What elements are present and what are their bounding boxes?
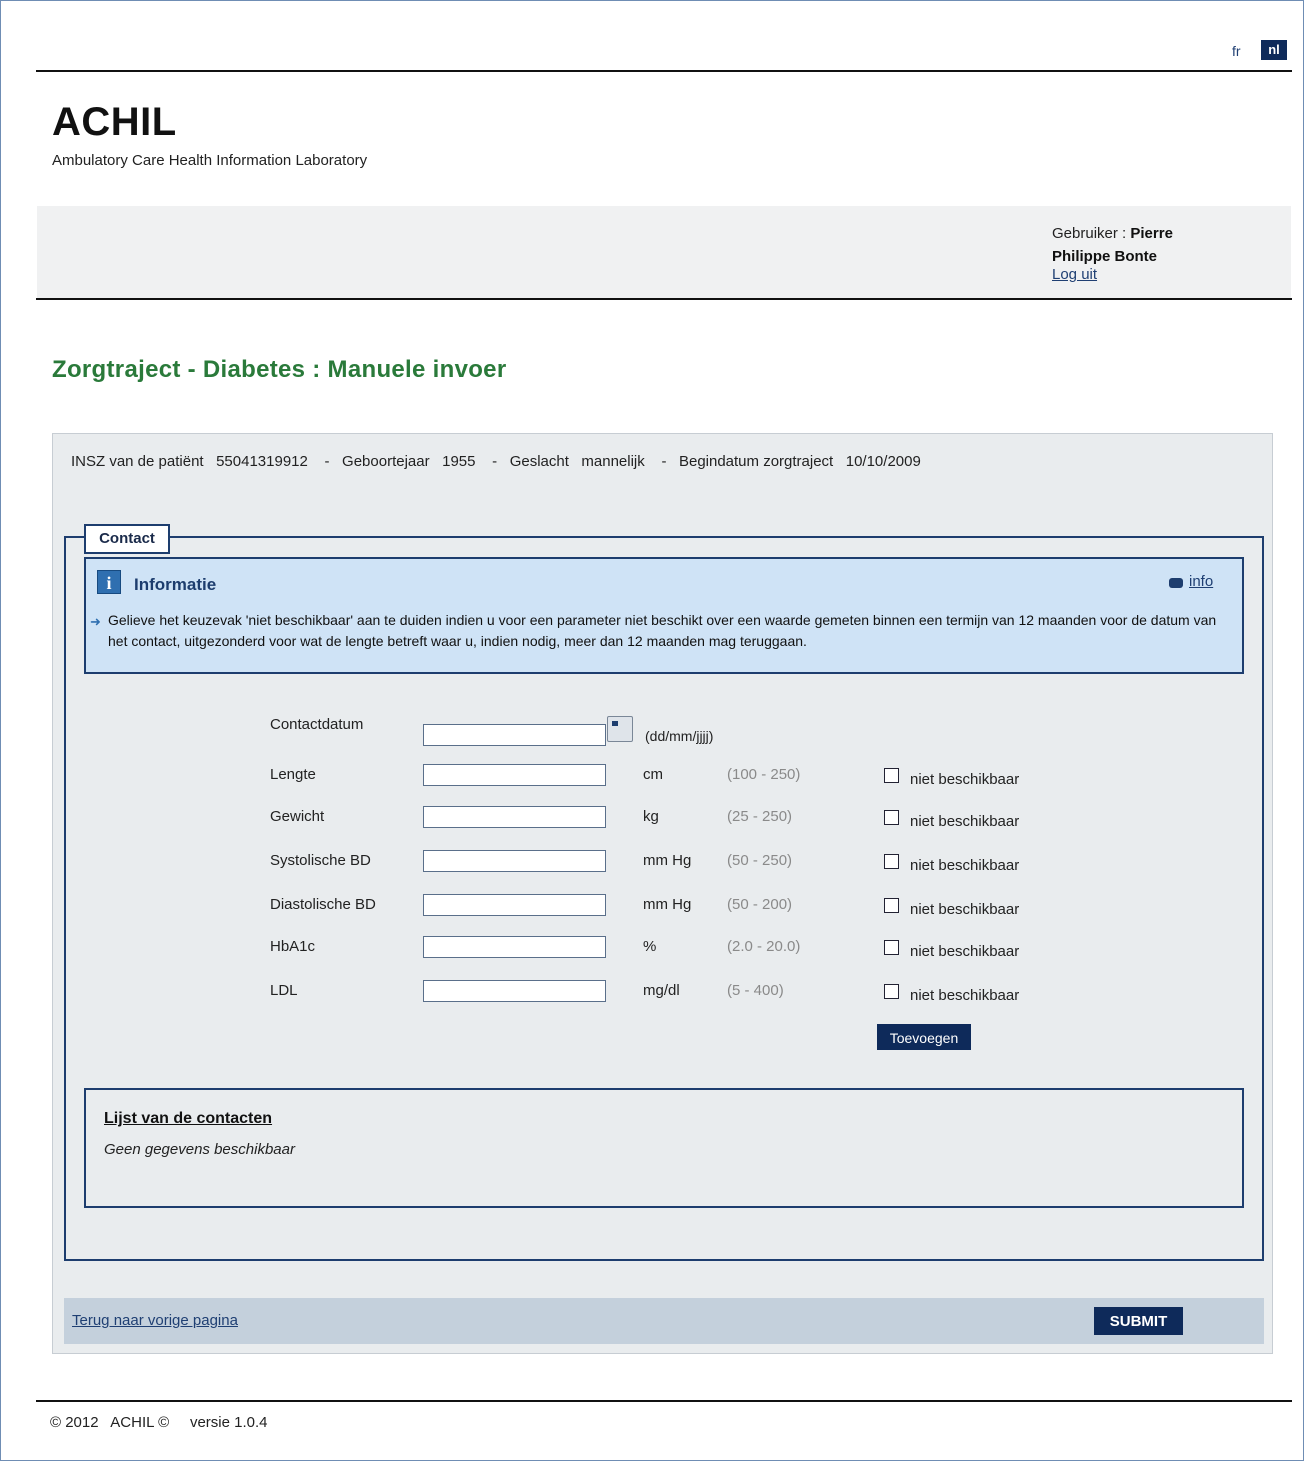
- field-unit: mm Hg: [643, 852, 692, 869]
- separator: -: [492, 453, 498, 470]
- action-bar: [64, 1298, 1264, 1344]
- arrow-right-icon: ➜: [90, 614, 101, 629]
- calendar-icon[interactable]: [607, 716, 633, 742]
- date-format-hint: (dd/mm/jjjj): [645, 728, 714, 744]
- footer-copyright: © 2012: [50, 1414, 99, 1431]
- contact-legend: Contact: [84, 524, 170, 554]
- page-title: Zorgtraject - Diabetes : Manuele invoer: [52, 356, 507, 383]
- field-unit: cm: [643, 766, 663, 783]
- contactdatum-label: Contactdatum: [270, 716, 364, 733]
- info-toggle-link[interactable]: info: [1189, 573, 1213, 590]
- field-range: (100 - 250): [727, 766, 801, 783]
- logout-link[interactable]: Log uit: [1052, 266, 1097, 283]
- field-range: (2.0 - 20.0): [727, 938, 801, 955]
- not-available-checkbox[interactable]: [884, 810, 899, 825]
- field-label: LDL: [270, 982, 298, 999]
- separator: -: [324, 453, 330, 470]
- not-available-label: niet beschikbaar: [910, 857, 1020, 874]
- sex-label: Geslacht: [509, 453, 569, 470]
- user-first-name: Pierre: [1130, 225, 1173, 242]
- start-value: 10/10/2009: [845, 453, 921, 470]
- not-available-label: niet beschikbaar: [910, 943, 1020, 960]
- field-range: (25 - 250): [727, 808, 793, 825]
- birth-label: Geboortejaar: [342, 453, 430, 470]
- info-icon: i: [97, 570, 121, 594]
- not-available-label: niet beschikbaar: [910, 987, 1020, 1004]
- lang-nl-active[interactable]: nl: [1261, 40, 1287, 60]
- field-label: Gewicht: [270, 808, 325, 825]
- field-unit: %: [643, 938, 657, 955]
- field-input[interactable]: [423, 764, 606, 786]
- insz-label: INSZ van de patiënt: [71, 453, 204, 470]
- start-label: Begindatum zorgtraject: [678, 453, 834, 470]
- not-available-label: niet beschikbaar: [910, 771, 1020, 788]
- back-link[interactable]: Terug naar vorige pagina: [72, 1312, 238, 1329]
- user-full-name: Philippe Bonte: [1052, 248, 1157, 265]
- not-available-checkbox[interactable]: [884, 940, 899, 955]
- field-unit: mm Hg: [643, 896, 692, 913]
- field-input[interactable]: [423, 806, 606, 828]
- info-text: Gelieve het keuzevak 'niet beschikbaar' …: [108, 612, 1217, 649]
- separator: -: [661, 453, 667, 470]
- not-available-checkbox[interactable]: [884, 854, 899, 869]
- contacts-empty-message: Geen gegevens beschikbaar: [104, 1141, 295, 1158]
- footer-divider: [36, 1400, 1292, 1402]
- header-divider: [36, 70, 1292, 72]
- userbar-divider: [36, 298, 1292, 300]
- field-label: Systolische BD: [270, 852, 371, 869]
- collapse-icon[interactable]: [1169, 578, 1183, 588]
- field-range: (50 - 200): [727, 896, 793, 913]
- lang-fr-link[interactable]: fr: [1232, 43, 1241, 59]
- logo: ACHIL: [52, 100, 177, 144]
- birth-value: 1955: [442, 453, 476, 470]
- submit-button[interactable]: SUBMIT: [1094, 1307, 1183, 1335]
- not-available-label: niet beschikbaar: [910, 901, 1020, 918]
- field-input[interactable]: [423, 980, 606, 1002]
- field-input[interactable]: [423, 936, 606, 958]
- field-input[interactable]: [423, 894, 606, 916]
- field-range: (5 - 400): [727, 982, 784, 999]
- user-label: Gebruiker :: [1052, 225, 1127, 242]
- sex-value: mannelijk: [581, 453, 645, 470]
- field-input[interactable]: [423, 850, 606, 872]
- not-available-checkbox[interactable]: [884, 768, 899, 783]
- not-available-checkbox[interactable]: [884, 984, 899, 999]
- not-available-checkbox[interactable]: [884, 898, 899, 913]
- field-label: Lengte: [270, 766, 316, 783]
- field-range: (50 - 250): [727, 852, 793, 869]
- contacts-list-title: Lijst van de contacten: [104, 1110, 273, 1127]
- footer-version: versie 1.0.4: [189, 1414, 268, 1431]
- field-label: Diastolische BD: [270, 896, 376, 913]
- field-unit: mg/dl: [643, 982, 680, 999]
- contactdatum-input[interactable]: [423, 724, 606, 746]
- user-info: Gebruiker : Pierre Philippe Bonte: [1052, 222, 1173, 268]
- not-available-label: niet beschikbaar: [910, 813, 1020, 830]
- footer-brand: ACHIL ©: [110, 1414, 170, 1431]
- field-unit: kg: [643, 808, 659, 825]
- add-button[interactable]: Toevoegen: [877, 1024, 971, 1050]
- info-title: Informatie: [134, 575, 217, 594]
- footer: © 2012 ACHIL © versie 1.0.4: [50, 1414, 268, 1431]
- logo-subtitle: Ambulatory Care Health Information Labor…: [52, 152, 368, 169]
- patient-info: INSZ van de patiënt 55041319912 - Geboor…: [71, 453, 921, 470]
- insz-value: 55041319912: [216, 453, 308, 470]
- field-label: HbA1c: [270, 938, 316, 955]
